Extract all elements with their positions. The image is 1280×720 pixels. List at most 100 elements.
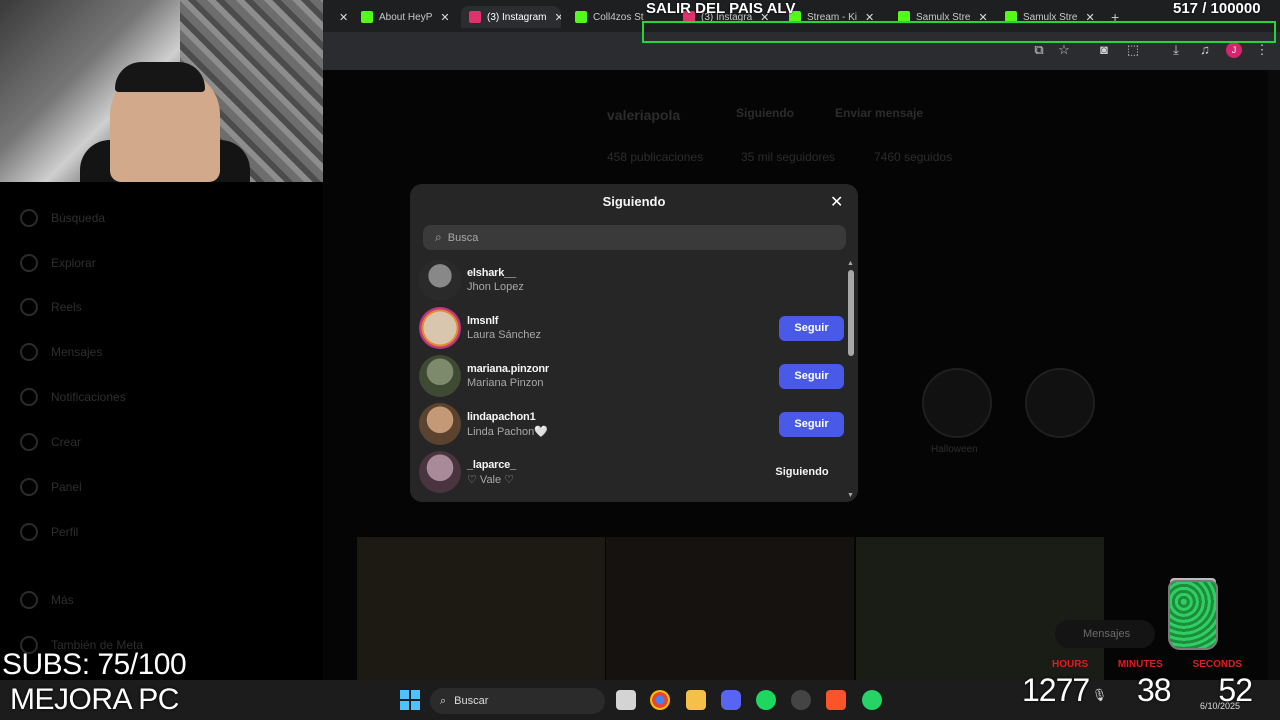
sidebar-item-profile[interactable]: Perfil — [20, 523, 78, 541]
profile-username: valeriapola — [607, 107, 681, 123]
follow-button[interactable]: Seguir — [779, 363, 844, 389]
close-icon[interactable]: ✕ — [554, 11, 561, 24]
brave-icon[interactable] — [826, 690, 846, 710]
star-icon[interactable]: ☆ — [1056, 42, 1072, 58]
list-item[interactable]: lindapachon1 Linda Pachon🤍 Seguir — [419, 401, 844, 447]
messages-pill[interactable]: Mensajes — [1055, 620, 1155, 648]
scroll-up-icon[interactable]: ▲ — [847, 260, 854, 267]
search-input[interactable] — [447, 231, 828, 244]
mejora-pc-banner: MEJORA PC — [10, 683, 179, 716]
sidebar-item-search[interactable]: Búsqueda — [20, 209, 105, 227]
incognito-icon[interactable]: ◙ — [1096, 42, 1112, 58]
avatar[interactable] — [419, 355, 461, 397]
list-username[interactable]: mariana.pinzonr — [467, 363, 779, 375]
following-button[interactable]: Siguiendo — [760, 460, 844, 485]
search-icon: ⌕ — [440, 694, 447, 707]
menu-icon[interactable]: ⋮ — [1254, 42, 1270, 58]
task-view-icon[interactable] — [616, 690, 636, 710]
kick-icon — [361, 11, 373, 23]
dialog-title: Siguiendo — [602, 194, 666, 209]
avatar-icon — [20, 523, 38, 541]
avatar[interactable] — [419, 259, 461, 301]
messenger-icon — [20, 343, 38, 361]
browser-tab[interactable]: About HeyP ✕ — [361, 6, 456, 28]
close-icon[interactable]: ✕ — [440, 11, 449, 24]
scroll-down-icon[interactable]: ▼ — [847, 492, 854, 499]
list-username[interactable]: lmsnlf — [467, 315, 779, 327]
chart-icon — [20, 478, 38, 496]
search-icon: ⌕ — [435, 230, 442, 244]
avatar[interactable] — [419, 307, 461, 349]
timer-seconds: 52 — [1218, 672, 1253, 708]
timer-label-minutes: MINUTES — [1117, 659, 1163, 670]
kick-icon — [575, 11, 587, 23]
sidebar-item-notifications[interactable]: Notificaciones — [20, 388, 126, 406]
goal-progress-bar — [642, 21, 1276, 43]
extensions-icon[interactable]: ⬚ — [1125, 42, 1141, 58]
whatsapp-icon[interactable] — [862, 690, 882, 710]
search-field[interactable]: ⌕ — [423, 225, 846, 250]
sidebar-item-messages[interactable]: Mensajes — [20, 343, 102, 361]
timer-minutes: 38 — [1137, 672, 1172, 708]
list-fullname: Laura Sánchez — [467, 329, 541, 341]
sidebar-item-more[interactable]: Más — [20, 591, 74, 609]
timer-labels: HOURS MINUTES SECONDS — [1052, 659, 1242, 670]
list-username[interactable]: lindapachon1 — [467, 411, 779, 423]
chrome-icon[interactable] — [650, 690, 670, 710]
goal-counter: 517 / 100000 — [1173, 0, 1261, 17]
list-fullname: Jhon Lopez — [467, 281, 524, 293]
browser-tab[interactable]: Coll4zos St — [575, 6, 645, 28]
following-dialog: Siguiendo ✕ ⌕ elshark__ Jhon Lopez lmsnlf… — [410, 184, 858, 502]
sidebar-item-reels[interactable]: Reels — [20, 298, 82, 316]
message-button[interactable]: Enviar mensaje — [835, 106, 923, 120]
timer-label-seconds: SECONDS — [1192, 659, 1242, 670]
list-username[interactable]: elshark__ — [467, 267, 844, 279]
list-item[interactable]: lmsnlf Laura Sánchez Seguir — [419, 305, 844, 351]
spotify-icon[interactable] — [756, 690, 776, 710]
list-item[interactable]: elshark__ Jhon Lopez — [419, 257, 844, 303]
donation-jar — [1168, 580, 1218, 650]
webcam-feed — [0, 0, 323, 182]
goal-title: SALIR DEL PAIS ALV — [646, 0, 796, 17]
following-button[interactable]: Siguiendo — [736, 106, 794, 120]
followers-count[interactable]: 35 mil seguidores — [741, 150, 835, 164]
list-fullname: ♡ Vale ♡ — [467, 473, 515, 486]
close-icon[interactable]: ✕ — [830, 192, 843, 212]
scrollbar-thumb[interactable] — [848, 270, 854, 356]
discord-icon[interactable] — [721, 690, 741, 710]
follow-button[interactable]: Seguir — [779, 411, 844, 437]
list-fullname: Mariana Pinzon — [467, 377, 544, 389]
file-explorer-icon[interactable] — [686, 690, 706, 710]
browser-tab-active[interactable]: (3) Instagram ✕ — [461, 6, 561, 28]
story-highlight[interactable] — [1025, 368, 1095, 438]
media-icon[interactable]: ♫ — [1197, 42, 1213, 58]
cast-icon[interactable]: ⧉ — [1031, 42, 1047, 58]
sidebar-item-dashboard[interactable]: Panel — [20, 478, 82, 496]
sidebar-item-create[interactable]: Crear — [20, 433, 81, 451]
search-icon — [20, 209, 38, 227]
follow-button[interactable]: Seguir — [779, 315, 844, 341]
app-icon[interactable] — [791, 690, 811, 710]
avatar[interactable] — [419, 451, 461, 493]
highlight-label: Halloween — [931, 444, 978, 455]
list-item[interactable]: mariana.pinzonr Mariana Pinzon Seguir — [419, 353, 844, 399]
plus-icon — [20, 433, 38, 451]
countdown-timer: 1277 38 52 — [1022, 672, 1253, 709]
list-username[interactable]: _laparce_ — [467, 459, 760, 471]
profile-avatar[interactable]: J — [1226, 42, 1242, 58]
sidebar-item-explore[interactable]: Explorar — [20, 254, 96, 272]
download-icon[interactable]: ⤓ — [1168, 42, 1184, 58]
hamburger-icon — [20, 591, 38, 609]
following-count[interactable]: 7460 seguidos — [874, 150, 952, 164]
list-item[interactable]: _laparce_ ♡ Vale ♡ Siguiendo — [419, 449, 844, 495]
tab-close-icon[interactable]: ✕ — [331, 6, 347, 28]
timer-label-hours: HOURS — [1052, 659, 1089, 670]
post-thumbnail[interactable] — [606, 537, 854, 680]
post-thumbnail[interactable] — [357, 537, 605, 680]
avatar[interactable] — [419, 403, 461, 445]
subs-goal: SUBS: 75/100 — [2, 648, 187, 681]
taskbar-search[interactable]: ⌕ Buscar — [430, 688, 605, 714]
windows-start-icon[interactable] — [400, 690, 420, 710]
story-highlight[interactable] — [922, 368, 992, 438]
heart-icon — [20, 388, 38, 406]
